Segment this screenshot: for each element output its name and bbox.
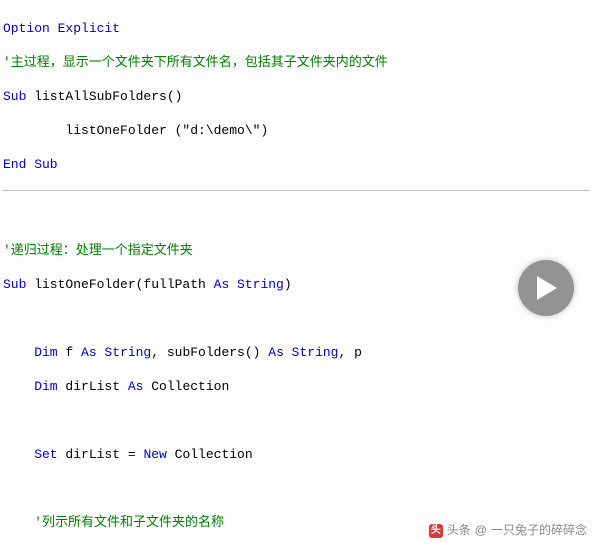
kw-dim: Dim <box>3 345 58 360</box>
play-button[interactable] <box>518 260 574 316</box>
code-text: Collection <box>143 379 229 394</box>
code-text: listAllSubFolders() <box>26 89 182 104</box>
code-text: Collection <box>167 447 253 462</box>
watermark: 头 头条 @ 一只兔子的碎碎念 <box>429 522 587 539</box>
play-icon <box>535 276 557 300</box>
code-text: , subFolders() <box>151 345 268 360</box>
code-viewer: Option Explicit '主过程，显示一个文件夹下所有文件名，包括其子文… <box>0 0 595 545</box>
kw-set: Set <box>3 447 58 462</box>
code-text: listOneFolder ("d:\demo\") <box>3 123 268 138</box>
kw-as: As <box>128 379 144 394</box>
comment-list-names: '列示所有文件和子文件夹的名称 <box>3 515 224 530</box>
kw-end-sub: End Sub <box>3 157 58 172</box>
kw-new: New <box>143 447 166 462</box>
comment-recursive-desc: '递归过程：处理一个指定文件夹 <box>3 243 193 258</box>
comment-main-desc: '主过程，显示一个文件夹下所有文件名，包括其子文件夹内的文件 <box>3 55 388 70</box>
divider <box>3 190 589 191</box>
code-text: ) <box>284 277 292 292</box>
kw-as-string: As String <box>214 277 284 292</box>
kw-dim: Dim <box>3 379 58 394</box>
code-text: f <box>58 345 81 360</box>
code-text: dirList <box>58 379 128 394</box>
code-text: listOneFolder(fullPath <box>26 277 213 292</box>
kw-option-explicit: Option Explicit <box>3 21 120 36</box>
kw-as-string: As String <box>268 345 338 360</box>
kw-sub: Sub <box>3 89 26 104</box>
watermark-prefix: 头条 <box>447 522 471 539</box>
watermark-at: @ <box>475 522 487 539</box>
toutiao-logo-icon: 头 <box>429 524 443 538</box>
code-text: dirList = <box>58 447 144 462</box>
kw-sub: Sub <box>3 277 26 292</box>
watermark-author: 一只兔子的碎碎念 <box>491 522 587 539</box>
kw-as-string: As String <box>81 345 151 360</box>
code-text: , p <box>338 345 361 360</box>
